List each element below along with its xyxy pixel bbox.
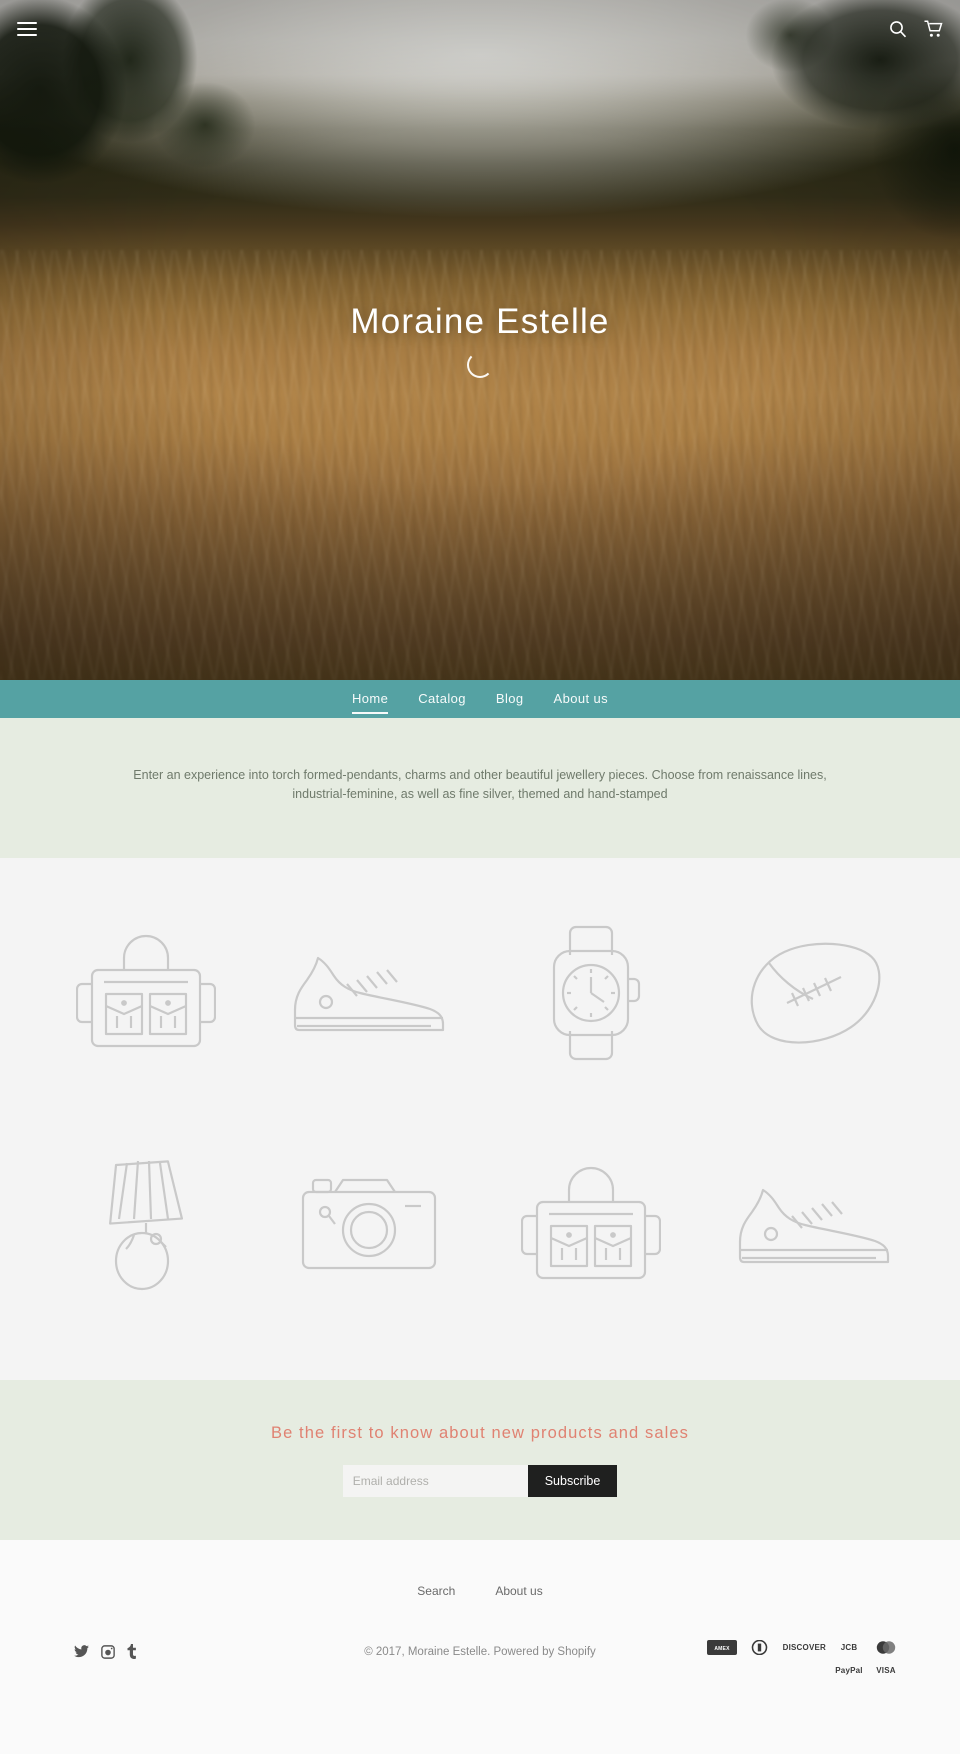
hero-banner: Moraine Estelle <box>0 0 960 680</box>
newsletter-heading: Be the first to know about new products … <box>270 1423 690 1442</box>
svg-text:AMEX: AMEX <box>714 1646 730 1652</box>
paypal-icon: PayPal <box>835 1666 863 1675</box>
hamburger-bar <box>17 28 37 30</box>
product-placeholder-lamp[interactable] <box>35 1130 258 1320</box>
site-footer: Search About us © 2017, Moraine Estelle.… <box>0 1540 960 1754</box>
footer-bottom: © 2017, Moraine Estelle. Powered by Shop… <box>0 1640 960 1714</box>
hamburger-bar <box>17 34 37 36</box>
footer-link-search[interactable]: Search <box>417 1584 455 1598</box>
loading-spinner <box>467 352 493 378</box>
product-placeholder-camera[interactable] <box>258 1130 481 1320</box>
hamburger-bar <box>17 22 37 24</box>
search-icon[interactable] <box>889 20 907 38</box>
footer-link-about-us[interactable]: About us <box>495 1584 542 1598</box>
nav-item-catalog[interactable]: Catalog <box>403 680 481 718</box>
product-grid-section <box>0 858 960 1380</box>
intro-section: Enter an experience into torch formed-pe… <box>0 718 960 858</box>
email-input[interactable] <box>342 1464 528 1497</box>
subscribe-button[interactable]: Subscribe <box>527 1464 618 1497</box>
product-placeholder-sneaker[interactable] <box>258 898 481 1088</box>
product-placeholder-bag[interactable] <box>480 1130 703 1320</box>
shopping-cart-icon[interactable] <box>924 20 943 38</box>
product-placeholder-football[interactable] <box>703 898 926 1088</box>
payment-methods: AMEX DISCOVER JCB PayPal VISA <box>670 1640 900 1678</box>
product-placeholder-watch[interactable] <box>480 898 703 1088</box>
header-actions <box>889 20 943 38</box>
discover-icon: DISCOVER <box>782 1643 826 1652</box>
intro-text: Enter an experience into torch formed-pe… <box>133 768 827 802</box>
newsletter-section: Be the first to know about new products … <box>0 1380 960 1540</box>
nav-item-home[interactable]: Home <box>337 680 403 718</box>
american-express-icon: AMEX <box>706 1640 737 1655</box>
newsletter-form: Subscribe <box>342 1464 618 1497</box>
page-title: Moraine Estelle <box>350 302 610 341</box>
footer-links: Search About us <box>0 1584 960 1598</box>
product-grid <box>35 898 925 1320</box>
product-placeholder-sneaker[interactable] <box>703 1130 926 1320</box>
nav-item-about-us[interactable]: About us <box>539 680 624 718</box>
jcb-icon: JCB <box>840 1643 858 1652</box>
hamburger-menu-icon[interactable] <box>17 18 37 40</box>
mastercard-icon <box>872 1640 900 1655</box>
diners-club-icon <box>746 1640 774 1655</box>
visa-icon: VISA <box>876 1666 896 1675</box>
site-header <box>0 0 960 58</box>
main-navigation: Home Catalog Blog About us <box>0 680 960 718</box>
hero-content: Moraine Estelle <box>0 0 960 680</box>
nav-item-blog[interactable]: Blog <box>481 680 539 718</box>
product-placeholder-bag[interactable] <box>35 898 258 1088</box>
